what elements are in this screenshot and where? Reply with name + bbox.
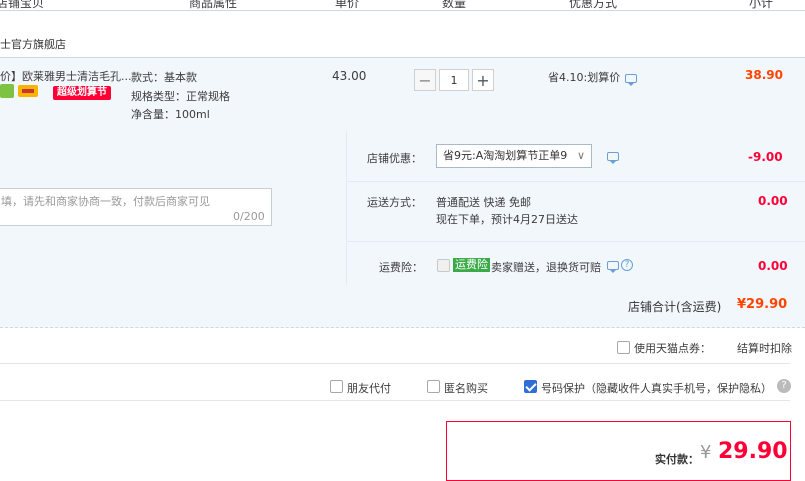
insurance-label: 运费险：: [379, 261, 423, 274]
col-header-qty: 数量: [442, 0, 467, 10]
card-icon: [18, 85, 38, 97]
shop-coupon-label: 店铺优惠：: [367, 152, 422, 165]
payment-amount: 29.90: [718, 439, 788, 464]
payment-currency: ¥: [700, 442, 712, 463]
qty-minus-button[interactable]: −: [414, 69, 436, 91]
tmall-points-note: 结算时扣除: [737, 342, 792, 355]
item-attr-spec: 规格类型：正常规格: [131, 90, 230, 103]
chat-icon[interactable]: [625, 74, 637, 86]
col-header-subtotal: 小计: [749, 0, 774, 10]
chat-icon[interactable]: [607, 261, 619, 273]
help-icon[interactable]: ?: [777, 379, 791, 393]
shop-total-value: ¥29.90: [737, 297, 788, 312]
tmall-points-label: 使用天猫点券：: [634, 342, 711, 355]
table-header: 店铺宝贝 商品属性 单价 数量 优惠方式 小计: [0, 0, 805, 11]
payment-label: 实付款：: [655, 453, 699, 466]
friend-pay-label: 朋友代付: [347, 382, 391, 395]
shop-total-label: 店铺合计(含运费): [628, 300, 722, 314]
shop-coupon-amount: -9.00: [748, 150, 783, 164]
divider: [0, 400, 790, 401]
item-price: 43.00: [332, 69, 367, 83]
item-discount: 省4.10:划算价: [548, 71, 621, 84]
anonymous-label: 匿名购买: [444, 382, 488, 395]
qty-input[interactable]: 1: [439, 69, 469, 91]
shipping-label: 运送方式：: [367, 196, 422, 209]
message-input[interactable]: 填，请先和商家协商一致，付款后商家可见 0/200: [0, 188, 272, 226]
privacy-label: 号码保护（隐藏收件人真实手机号，保护隐私）: [541, 382, 772, 395]
shop-row: 士官方旗舰店: [0, 32, 805, 56]
chat-icon[interactable]: [607, 152, 619, 164]
col-header-discount: 优惠方式: [569, 0, 618, 10]
message-counter: 0/200: [233, 210, 265, 223]
super-deal-badge: 超级划算节: [53, 86, 111, 100]
shop-coupon-select[interactable]: 省9元:A淘淘划算节正单9 ∨: [436, 144, 592, 168]
service-icon: [0, 84, 14, 98]
item-title[interactable]: 价】欧莱雅男士清洁毛孔...: [0, 68, 132, 84]
divider: [0, 363, 790, 364]
shipping-eta: 现在下单，预计4月27日送达: [436, 213, 578, 226]
privacy-checkbox[interactable]: [524, 380, 537, 393]
shipping-method: 普通配送 快递 免邮: [436, 196, 531, 209]
message-placeholder: 填，请先和商家协商一致，付款后商家可见: [1, 195, 210, 208]
col-header-item: 店铺宝贝: [0, 0, 45, 10]
insurance-text: 卖家赠送，退换货可赔: [491, 261, 601, 274]
qty-plus-button[interactable]: +: [472, 69, 494, 91]
item-attr-style: 款式：基本款: [131, 71, 197, 84]
friend-pay-checkbox[interactable]: [330, 380, 343, 393]
chevron-down-icon: ∨: [576, 149, 585, 162]
col-header-attrs: 商品属性: [189, 0, 238, 10]
insurance-amount: 0.00: [758, 259, 788, 273]
insurance-tag: 运费险: [453, 258, 490, 272]
anonymous-checkbox[interactable]: [427, 380, 440, 393]
item-attr-volume: 净含量：100ml: [131, 108, 210, 121]
shipping-amount: 0.00: [758, 194, 788, 208]
payment-summary: 实付款： ¥ 29.90: [446, 421, 791, 481]
col-header-price: 单价: [335, 0, 360, 10]
insurance-checkbox: [437, 259, 450, 272]
shop-coupon-value: 省9元:A淘淘划算节正单9: [443, 149, 568, 162]
shop-name[interactable]: 士官方旗舰店: [0, 36, 66, 52]
quantity-stepper: − 1 +: [414, 69, 498, 91]
help-icon[interactable]: ?: [621, 259, 633, 271]
tmall-points-checkbox[interactable]: [617, 341, 630, 354]
item-subtotal: 38.90: [745, 68, 783, 82]
